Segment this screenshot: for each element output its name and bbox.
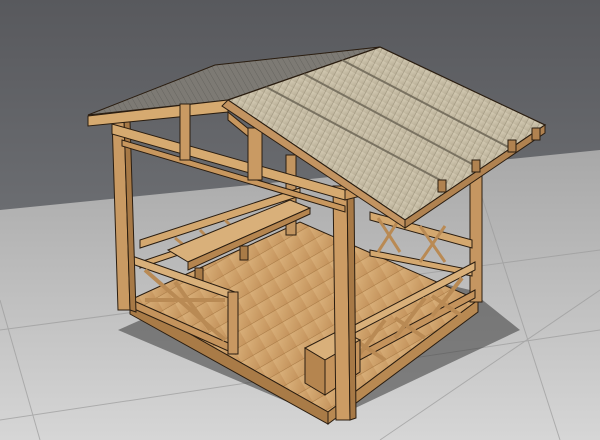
gazebo-scene: [0, 0, 600, 440]
render-viewport: [0, 0, 600, 440]
